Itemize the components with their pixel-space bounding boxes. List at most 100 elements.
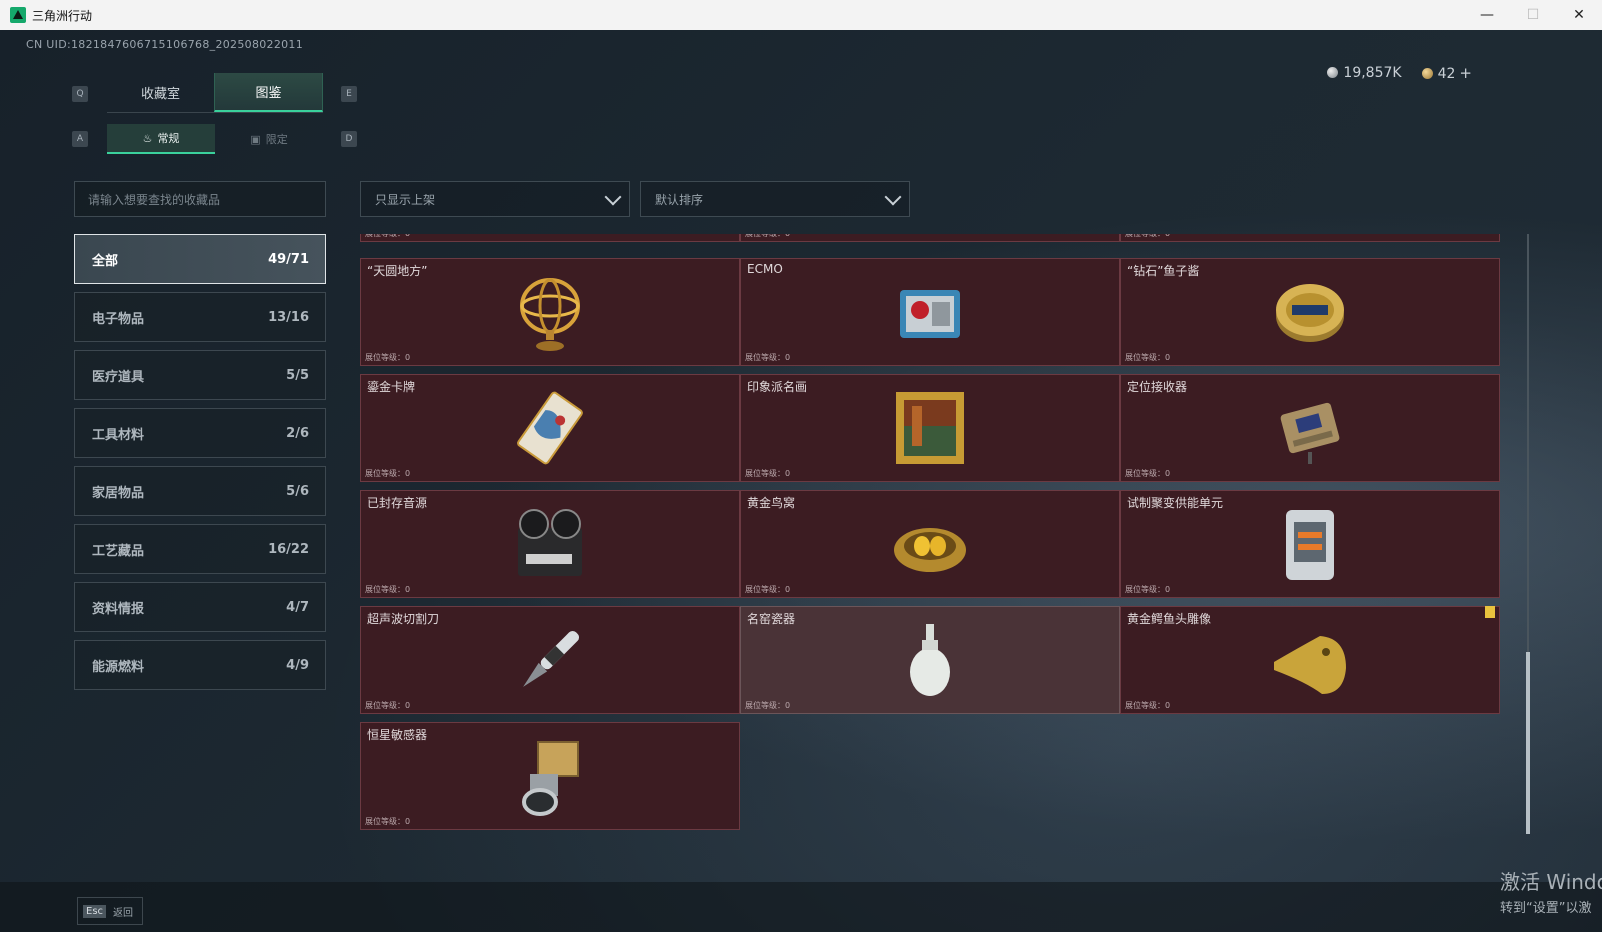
player-uid: CN UID:1821847606715106768_202508022011 xyxy=(26,38,304,51)
windows-activation-watermark: 激活 Windo 转到“设置”以激 xyxy=(1500,870,1602,916)
booth-level-label: 展位等级：0 xyxy=(365,817,411,826)
porcelain-vase-icon xyxy=(888,618,972,702)
back-label: 返回 xyxy=(113,907,134,919)
subtab-regular[interactable]: ♨ 常规 xyxy=(107,124,215,154)
window-title: 三角洲行动 xyxy=(32,8,93,23)
item-name: 名窑瓷器 xyxy=(747,612,796,626)
subtab-limited[interactable]: ▣ 限定 xyxy=(215,124,323,154)
chevron-down-icon xyxy=(604,188,622,206)
category-household[interactable]: 家居物品 5/6 xyxy=(74,466,326,516)
key-hint-d: D xyxy=(341,131,357,147)
category-tools[interactable]: 工具材料 2/6 xyxy=(74,408,326,458)
main-tabs: 收藏室 图鉴 xyxy=(107,73,323,113)
booth-level-label: 展位等级：0 xyxy=(745,234,790,239)
locator-receiver-icon xyxy=(1268,386,1352,470)
item-name: 黄金鸟窝 xyxy=(747,496,796,510)
maximize-button[interactable]: ☐ xyxy=(1510,0,1556,30)
back-button[interactable]: Esc 返回 xyxy=(77,897,143,925)
collection-item-card[interactable]: 已封存音源展位等级：0 xyxy=(360,490,740,598)
booth-level-label: 展位等级：0 xyxy=(1125,234,1170,239)
collection-item-card[interactable]: 黄金鳄鱼头雕像展位等级：0 xyxy=(1120,606,1500,714)
collection-item-card[interactable]: 恒星敏感器展位等级：0 xyxy=(360,722,740,830)
key-hint-e: E xyxy=(341,86,357,102)
shelf-filter-label: 只显示上架 xyxy=(375,192,436,207)
booth-level-label: 展位等级：0 xyxy=(365,469,411,478)
category-electronics[interactable]: 电子物品 13/16 xyxy=(74,292,326,342)
collection-item-card[interactable]: 印象派名画展位等级：0 xyxy=(740,374,1120,482)
gold-crocodile-head-icon xyxy=(1268,618,1352,702)
category-fuel[interactable]: 能源燃料 4/9 xyxy=(74,640,326,690)
booth-level-label: 展位等级：0 xyxy=(1125,353,1171,362)
collection-item-card[interactable]: 展位等级：0 xyxy=(360,234,740,242)
collection-item-card[interactable]: “天圆地方” 展位等级：0 xyxy=(360,258,740,366)
booth-level-label: 展位等级：0 xyxy=(1125,469,1171,478)
booth-level-label: 展位等级：0 xyxy=(1125,585,1171,594)
item-name: “钻石”鱼子酱 xyxy=(1127,264,1200,278)
collection-item-card[interactable]: 试制聚变供能单元展位等级：0 xyxy=(1120,490,1500,598)
item-name: 已封存音源 xyxy=(367,496,428,510)
grid-scrollbar[interactable] xyxy=(1526,234,1530,834)
close-button[interactable]: ✕ xyxy=(1556,0,1602,30)
bottom-bar xyxy=(0,882,1602,932)
booth-level-label: 展位等级：0 xyxy=(1125,701,1171,710)
app-logo-icon xyxy=(10,7,26,23)
ultrasonic-cutter-icon xyxy=(508,618,592,702)
game-viewport: CN UID:1821847606715106768_202508022011 … xyxy=(0,30,1602,932)
category-crafts[interactable]: 工艺藏品 16/22 xyxy=(74,524,326,574)
item-name: 恒星敏感器 xyxy=(367,728,428,742)
picture-icon: ▣ xyxy=(250,132,261,146)
collection-item-card[interactable]: 定位接收器 展位等级：0 xyxy=(1120,374,1500,482)
sort-dropdown[interactable]: 默认排序 xyxy=(640,181,910,217)
booth-level-label: 展位等级：0 xyxy=(365,701,411,710)
search-input[interactable]: 请输入想要查找的收藏品 xyxy=(74,181,326,217)
booth-level-label: 展位等级：0 xyxy=(365,353,411,362)
booth-level-label: 展位等级：0 xyxy=(745,353,791,362)
collection-item-card[interactable]: 黄金鸟窝展位等级：0 xyxy=(740,490,1120,598)
tab-collection-room[interactable]: 收藏室 xyxy=(107,73,214,112)
sort-label: 默认排序 xyxy=(655,192,704,207)
sub-tabs: ♨ 常规 ▣ 限定 xyxy=(107,124,323,154)
key-hint-q: Q xyxy=(72,86,88,102)
gold-coin-icon xyxy=(1421,68,1433,79)
framed-painting-icon xyxy=(888,386,972,470)
item-name: 黄金鳄鱼头雕像 xyxy=(1127,612,1212,626)
booth-level-label: 展位等级：0 xyxy=(745,585,791,594)
caviar-tin-icon xyxy=(1268,270,1352,354)
item-name: 试制聚变供能单元 xyxy=(1127,496,1224,510)
collection-item-card[interactable]: 展位等级：0 xyxy=(1120,234,1500,242)
scrollbar-thumb[interactable] xyxy=(1526,652,1530,834)
collection-item-card[interactable]: 展位等级：0 xyxy=(740,234,1120,242)
collection-item-card[interactable]: 鎏金卡牌展位等级：0 xyxy=(360,374,740,482)
shelf-filter-dropdown[interactable]: 只显示上架 xyxy=(360,181,630,217)
add-currency-button[interactable]: + xyxy=(1459,64,1472,82)
armillary-sphere-icon xyxy=(508,270,592,354)
gold-currency: 42 + xyxy=(1421,64,1472,82)
booth-level-label: 展位等级：0 xyxy=(365,585,411,594)
esc-key-icon: Esc xyxy=(83,904,107,918)
chevron-down-icon xyxy=(884,188,902,206)
item-name: ECMO xyxy=(747,262,783,276)
item-name: “天圆地方” xyxy=(367,264,428,278)
collection-item-card[interactable]: 超声波切割刀 展位等级：0 xyxy=(360,606,740,714)
collection-item-card[interactable]: 名窑瓷器展位等级：0 xyxy=(740,606,1120,714)
gilded-card-icon xyxy=(508,386,592,470)
booth-level-label: 展位等级：0 xyxy=(365,234,410,239)
ecmo-machine-icon xyxy=(888,270,972,354)
minimize-button[interactable]: — xyxy=(1464,0,1510,30)
star-sensor-icon xyxy=(508,734,592,818)
category-intel[interactable]: 资料情报 4/7 xyxy=(74,582,326,632)
currency-bar: 19,857K 42 + xyxy=(1327,64,1472,82)
category-medical[interactable]: 医疗道具 5/5 xyxy=(74,350,326,400)
category-all[interactable]: 全部 49/71 xyxy=(74,234,326,284)
item-name: 印象派名画 xyxy=(747,380,808,394)
booth-level-label: 展位等级：0 xyxy=(745,469,791,478)
item-grid: 展位等级：0 展位等级：0 展位等级：0 “天圆地方” 展位等级：0 ECMO 展位等级：0… xyxy=(360,234,1525,834)
collection-item-card[interactable]: ECMO 展位等级：0 xyxy=(740,258,1120,366)
item-name: 鎏金卡牌 xyxy=(367,380,416,394)
collection-item-card[interactable]: “钻石”鱼子酱展位等级：0 xyxy=(1120,258,1500,366)
golden-nest-icon xyxy=(888,502,972,586)
warning-icon xyxy=(1485,606,1495,618)
tab-catalog[interactable]: 图鉴 xyxy=(214,73,323,112)
tape-recorder-icon xyxy=(508,502,592,586)
booth-level-label: 展位等级：0 xyxy=(745,701,791,710)
